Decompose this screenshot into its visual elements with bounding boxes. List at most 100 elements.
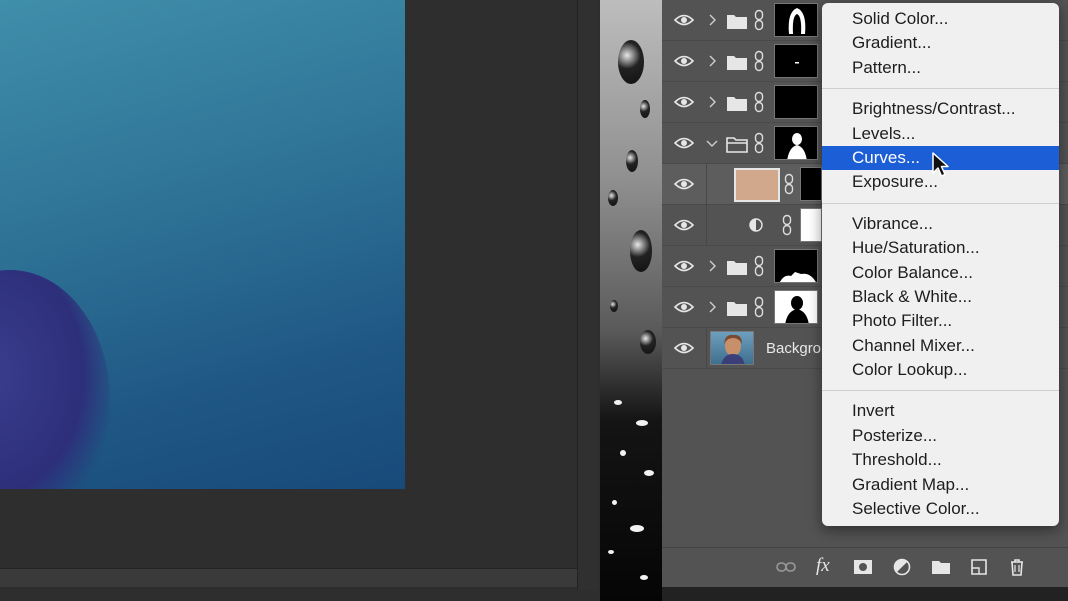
chevron-right-icon[interactable] [706, 13, 718, 27]
chain-link-icon[interactable] [784, 173, 794, 195]
layer-mask-thumbnail[interactable] [774, 85, 818, 119]
new-group-icon[interactable] [930, 557, 952, 577]
chevron-right-icon[interactable] [706, 259, 718, 273]
background-layer-label: Backgro [766, 340, 822, 357]
shoulders-mask-icon [779, 272, 816, 282]
chain-link-icon[interactable] [754, 9, 764, 31]
layer-mask-thumbnail[interactable] [774, 3, 818, 37]
mouse-cursor-icon [932, 152, 949, 177]
raindrop [608, 550, 614, 554]
background-layer-thumbnail[interactable] [710, 331, 754, 365]
folder-icon [727, 56, 747, 70]
menu-separator [822, 202, 1059, 204]
raindrop [630, 230, 652, 272]
menu-item[interactable]: Color Lookup... [822, 358, 1059, 382]
visibility-eye-icon[interactable] [674, 94, 694, 110]
raindrop [640, 330, 656, 354]
chain-link-icon[interactable] [754, 50, 764, 72]
menu-item[interactable]: Vibrance... [822, 212, 1059, 236]
visibility-eye-icon[interactable] [674, 12, 694, 28]
raindrop [620, 450, 626, 456]
chain-link-icon[interactable] [754, 296, 764, 318]
layer-mask-thumbnail[interactable] [774, 126, 818, 160]
vertical-scrollbar[interactable] [577, 0, 598, 590]
menu-item[interactable]: Selective Color... [822, 497, 1059, 521]
horizontal-scrollbar[interactable] [0, 568, 580, 587]
raindrop [614, 400, 622, 405]
menu-item[interactable]: Invert [822, 399, 1059, 423]
add-mask-icon[interactable] [852, 557, 874, 577]
visibility-eye-icon[interactable] [674, 217, 694, 233]
chain-link-icon[interactable] [754, 255, 764, 277]
layer-mask-thumbnail[interactable] [774, 44, 818, 78]
menu-item[interactable]: Levels... [822, 122, 1059, 146]
menu-item[interactable]: Hue/Saturation... [822, 236, 1059, 260]
row-divider [706, 328, 707, 369]
adjustment-layer-icon [749, 218, 763, 232]
menu-item[interactable]: Pattern... [822, 56, 1059, 80]
raindrop [640, 575, 648, 580]
raindrop [644, 470, 654, 476]
person-silhouette-icon [785, 296, 809, 323]
visibility-eye-icon[interactable] [674, 299, 694, 315]
chain-link-icon[interactable] [782, 214, 792, 236]
menu-item[interactable]: Solid Color... [822, 7, 1059, 31]
visibility-eye-icon[interactable] [674, 135, 694, 151]
raindrop [640, 100, 650, 118]
raindrop [626, 150, 638, 172]
panel-bottom-edge [662, 587, 1068, 601]
chevron-right-icon[interactable] [706, 54, 718, 68]
adjustment-layer-icon[interactable] [891, 557, 913, 577]
layer-mask-thumbnail[interactable] [774, 249, 818, 283]
menu-item[interactable]: Photo Filter... [822, 309, 1059, 333]
raindrop [636, 420, 648, 426]
canvas-image[interactable] [0, 0, 405, 489]
visibility-eye-icon[interactable] [674, 258, 694, 274]
folder-icon [727, 302, 747, 316]
new-adjustment-layer-menu: Solid Color... Gradient... Pattern... Brigh… [822, 3, 1059, 526]
layer-mask-thumbnail[interactable] [800, 167, 822, 201]
chevron-right-icon[interactable] [706, 95, 718, 109]
menu-item[interactable]: Brightness/Contrast... [822, 97, 1059, 121]
layers-panel-footer: fx [662, 547, 1068, 588]
raindrop [612, 500, 617, 505]
raindrop [608, 190, 618, 206]
menu-item[interactable]: Channel Mixer... [822, 334, 1059, 358]
folder-icon [727, 261, 747, 275]
folder-icon [727, 15, 747, 29]
open-folder-icon [726, 137, 748, 153]
menu-item[interactable]: Posterize... [822, 424, 1059, 448]
background-texture-strip [600, 0, 662, 601]
layer-mask-thumbnail[interactable] [774, 290, 818, 324]
raindrop [610, 300, 618, 312]
chain-link-icon[interactable] [754, 91, 764, 113]
menu-separator [822, 88, 1059, 90]
fill-color-swatch[interactable] [734, 168, 780, 202]
visibility-eye-icon[interactable] [674, 53, 694, 69]
row-divider [706, 164, 707, 205]
layer-mask-thumbnail[interactable] [800, 208, 822, 242]
fx-icon[interactable]: fx [816, 555, 830, 577]
document-canvas-area[interactable] [0, 0, 600, 601]
chain-link-icon[interactable] [754, 132, 764, 154]
raindrop [618, 40, 644, 84]
chevron-right-icon[interactable] [706, 300, 718, 314]
menu-item[interactable]: Gradient... [822, 31, 1059, 55]
person-silhouette-icon [787, 133, 807, 159]
folder-icon [727, 97, 747, 111]
portrait-thumbnail-icon [721, 334, 745, 364]
menu-item[interactable]: Gradient Map... [822, 473, 1059, 497]
subject-silhouette [0, 270, 110, 489]
menu-item[interactable]: Threshold... [822, 448, 1059, 472]
dash-mask-icon [795, 62, 799, 64]
menu-item[interactable]: Black & White... [822, 285, 1059, 309]
new-layer-icon[interactable] [968, 557, 990, 577]
hair-silhouette-icon [788, 8, 806, 34]
row-divider [706, 205, 707, 246]
menu-item[interactable]: Color Balance... [822, 261, 1059, 285]
trash-icon[interactable] [1006, 557, 1028, 577]
chevron-down-icon[interactable] [706, 136, 718, 150]
link-icon[interactable] [775, 557, 797, 577]
visibility-eye-icon[interactable] [674, 340, 694, 356]
visibility-eye-icon[interactable] [674, 176, 694, 192]
